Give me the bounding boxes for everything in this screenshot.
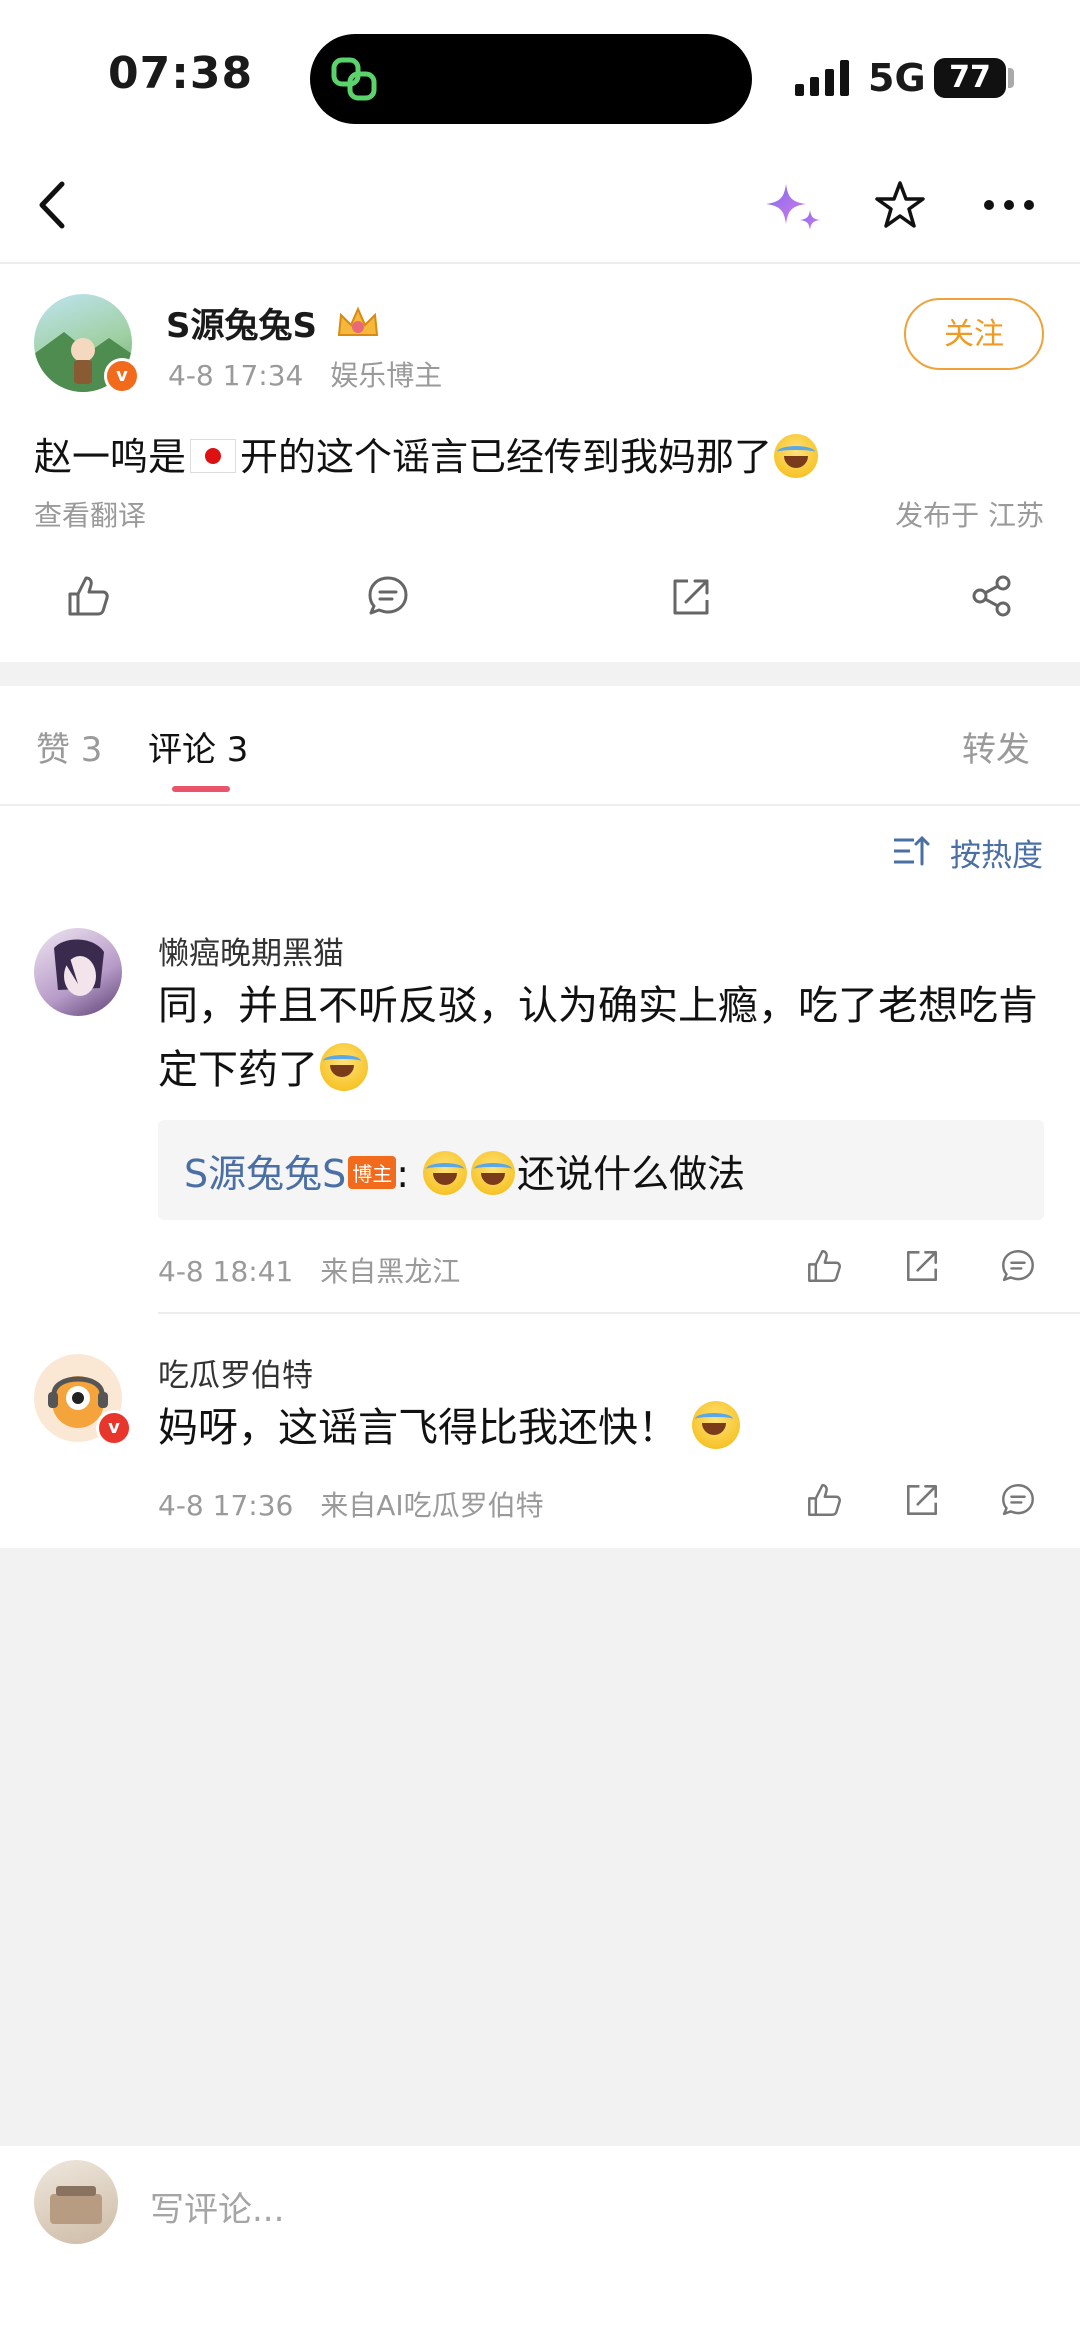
verified-badge-icon: v	[96, 1410, 132, 1446]
comment-meta: 4-8 17:36 来自AI吃瓜罗伯特	[158, 1484, 544, 1524]
post-timestamp: 4-8 17:34	[168, 359, 304, 392]
laugh-cry-emoji-icon	[774, 434, 819, 478]
comment-like-icon[interactable]	[806, 1482, 842, 1518]
sparkle-icon[interactable]	[762, 180, 826, 236]
composer-bar	[0, 2146, 1080, 2347]
post-text-part1: 赵一鸣是	[34, 435, 187, 479]
reply-text: 还说什么做法	[517, 1152, 746, 1196]
crown-icon	[337, 306, 378, 336]
comment-meta: 4-8 18:41 来自黑龙江	[158, 1250, 460, 1290]
comment-text: 同，并且不听反驳，认为确实上瘾，吃了老想吃肯定下药了	[158, 974, 1044, 1102]
comment-time: 4-8 17:36	[158, 1489, 294, 1522]
comment-avatar[interactable]	[34, 928, 122, 1016]
comment-repost-icon[interactable]	[904, 1248, 940, 1284]
follow-button[interactable]: 关注	[904, 298, 1044, 370]
share-icon[interactable]	[970, 574, 1014, 618]
comment-text-content: 妈呀，这谣言飞得比我还快！	[158, 1405, 678, 1451]
post-text-part2: 开的这个谣言已经传到我妈那了	[240, 435, 773, 479]
active-tab-indicator	[172, 786, 230, 792]
laugh-cry-emoji-icon	[692, 1401, 740, 1449]
sort-button[interactable]: 按热度	[950, 830, 1043, 875]
more-icon[interactable]	[982, 198, 1036, 212]
back-icon[interactable]	[34, 180, 68, 230]
tab-reposts[interactable]: 转发	[962, 722, 1030, 771]
post-location: 发布于 江苏	[895, 499, 1044, 532]
comment-text-content: 同，并且不听反驳，认为确实上瘾，吃了老想吃肯定下药了	[158, 983, 1038, 1093]
sort-icon[interactable]	[892, 834, 932, 868]
comment-author[interactable]: 懒癌晚期黑猫	[158, 928, 344, 973]
like-icon[interactable]	[66, 574, 110, 618]
laugh-cry-emoji-icon	[423, 1151, 468, 1195]
battery-tip	[1008, 68, 1014, 88]
author-name[interactable]: S源兔兔S	[166, 298, 381, 347]
comment-text: 妈呀，这谣言飞得比我还快！	[158, 1396, 1044, 1460]
comment-reply-icon[interactable]	[1000, 1248, 1036, 1284]
status-time: 07:38	[108, 48, 254, 99]
tab-comments[interactable]: 评论 3	[148, 722, 248, 771]
post-text: 赵一鸣是 开的这个谣言已经传到我妈那了	[34, 426, 820, 481]
repost-icon[interactable]	[670, 576, 712, 618]
comment-source: 来自AI吃瓜罗伯特	[320, 1489, 544, 1522]
laugh-cry-emoji-icon	[471, 1151, 516, 1195]
battery-level: 77	[934, 58, 1006, 98]
comment-divider	[158, 1312, 1080, 1314]
comment-like-icon[interactable]	[806, 1248, 842, 1284]
reply-author-badge: 博主	[348, 1156, 397, 1189]
comment-input[interactable]: 写评论...	[150, 2182, 284, 2231]
comment-icon[interactable]	[366, 574, 410, 618]
comment-source: 来自黑龙江	[320, 1255, 461, 1288]
comment-reply-icon[interactable]	[1000, 1482, 1036, 1518]
author-tag: 娱乐博主	[330, 359, 443, 392]
laugh-cry-emoji-icon	[320, 1043, 368, 1091]
post-meta: 4-8 17:34 娱乐博主	[168, 354, 442, 394]
comment-author[interactable]: 吃瓜罗伯特	[158, 1350, 313, 1395]
reply-preview-content: S源兔兔S 博主: 还说什么做法	[184, 1151, 746, 1196]
comment-time: 4-8 18:41	[158, 1255, 294, 1288]
tabs-divider	[0, 804, 1080, 806]
tab-likes[interactable]: 赞 3	[36, 722, 102, 771]
signal-icon	[795, 60, 849, 96]
my-avatar[interactable]	[34, 2160, 118, 2244]
star-icon[interactable]	[874, 180, 926, 230]
translate-link[interactable]: 查看翻译	[34, 494, 146, 534]
reply-author[interactable]: S源兔兔S	[184, 1152, 346, 1196]
network-type: 5G	[868, 56, 926, 100]
link-app-icon	[331, 57, 377, 101]
author-name-text: S源兔兔S	[166, 306, 317, 346]
comment-repost-icon[interactable]	[904, 1482, 940, 1518]
japan-flag-icon	[190, 439, 237, 473]
verified-badge-icon: v	[104, 358, 140, 394]
